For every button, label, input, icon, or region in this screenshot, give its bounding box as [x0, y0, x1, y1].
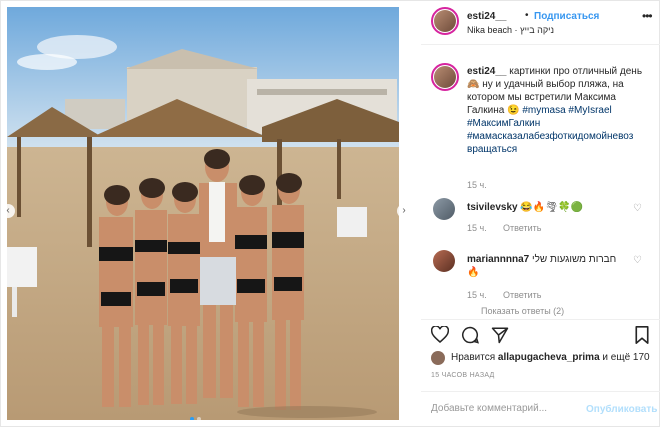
carousel-indicator: [190, 417, 201, 420]
comment-like-heart-icon[interactable]: ♡: [633, 255, 642, 266]
share-send-icon[interactable]: [491, 326, 509, 347]
comment-input[interactable]: [431, 403, 581, 414]
post-timestamp[interactable]: 15 ЧАСОВ НАЗАД: [431, 372, 495, 379]
separator-dot: •: [525, 10, 529, 21]
beach-photo-illustration: [7, 7, 399, 420]
liker-username[interactable]: allapugacheva_prima: [498, 352, 600, 363]
likes-summary[interactable]: Нравится allapugacheva_prima и ещё 170: [431, 351, 660, 367]
view-replies-button[interactable]: Показать ответы (2): [481, 306, 564, 316]
bookmark-save-icon[interactable]: [635, 326, 649, 347]
caption-time[interactable]: 15 ч.: [467, 180, 487, 190]
comment-item: mariannnna7 חברות משוגעות שלי 🔥: [467, 253, 627, 279]
post-side-panel: esti24__ • Подписаться Nika beach · ניקה…: [421, 1, 660, 427]
comment-avatar[interactable]: [433, 250, 455, 272]
post-photo[interactable]: [7, 7, 399, 420]
comment-avatar[interactable]: [433, 198, 455, 220]
likes-prefix: Нравится: [451, 352, 496, 363]
instagram-post-card: ‹ › esti24__ • Подписаться Nika beach · …: [0, 0, 660, 427]
follow-button[interactable]: Подписаться: [534, 11, 599, 22]
add-comment-bar: Опубликовать: [421, 391, 660, 427]
more-horizontal-icon[interactable]: •••: [642, 9, 653, 23]
post-location[interactable]: Nika beach · ניקה בייץ: [467, 25, 554, 35]
carousel-dot-active: [190, 417, 194, 420]
likes-count[interactable]: и ещё 170: [602, 352, 649, 363]
carousel-next-arrow-icon[interactable]: ›: [397, 204, 411, 218]
carousel-dot: [197, 417, 201, 420]
comment-username[interactable]: mariannnna7: [467, 254, 529, 265]
likes-text: Нравится allapugacheva_prima и ещё 170: [451, 352, 650, 363]
publish-button[interactable]: Опубликовать: [586, 404, 657, 415]
carousel-prev-arrow-icon[interactable]: ‹: [1, 204, 15, 218]
reply-button[interactable]: Ответить: [503, 290, 541, 300]
post-actions-bar: [421, 319, 660, 349]
post-caption: esti24__ картинки про отличный день 🙈 ну…: [467, 65, 652, 156]
comments-list: esti24__ картинки про отличный день 🙈 ну…: [421, 57, 660, 327]
author-avatar[interactable]: [431, 7, 459, 35]
comment-time[interactable]: 15 ч.: [467, 223, 487, 233]
comment-text: 😂🔥🌪🍀🟢: [520, 202, 583, 213]
comment-username[interactable]: tsivilevsky: [467, 202, 518, 213]
comment-like-heart-icon[interactable]: ♡: [633, 203, 642, 214]
comment-bubble-icon[interactable]: [461, 326, 479, 347]
reply-button[interactable]: Ответить: [503, 223, 541, 233]
caption-username[interactable]: esti24__: [467, 66, 506, 77]
caption-author-avatar[interactable]: [431, 63, 459, 91]
comment-item: tsivilevsky 😂🔥🌪🍀🟢: [467, 201, 627, 214]
like-heart-icon[interactable]: [430, 325, 450, 346]
comment-time[interactable]: 15 ч.: [467, 290, 487, 300]
liker-avatar[interactable]: [431, 351, 445, 365]
post-header: esti24__ • Подписаться Nika beach · ניקה…: [421, 1, 660, 45]
author-username[interactable]: esti24__: [467, 11, 506, 22]
